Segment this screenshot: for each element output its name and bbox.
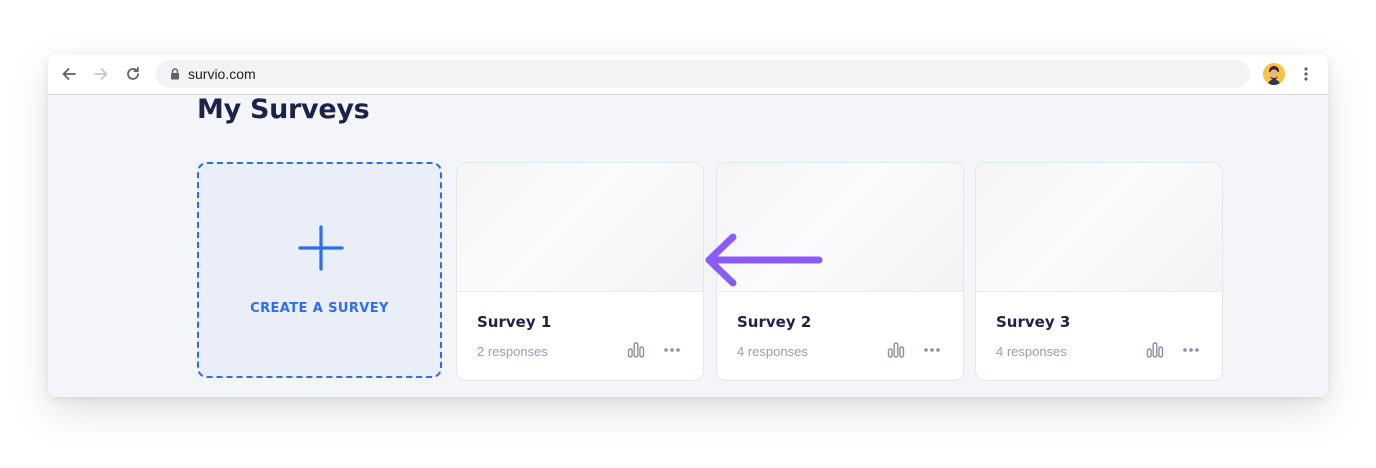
more-options-icon[interactable] [663, 341, 681, 359]
url-text: survio.com [188, 66, 256, 82]
create-survey-label: CREATE A SURVEY [250, 301, 389, 316]
arrow-left-icon [701, 232, 825, 293]
back-icon[interactable] [58, 63, 80, 85]
more-options-icon[interactable] [1182, 341, 1200, 359]
avatar[interactable] [1263, 63, 1285, 85]
stats-icon[interactable] [887, 341, 905, 359]
survey-card[interactable]: Survey 1 2 responses [456, 162, 704, 381]
plus-icon [297, 224, 345, 272]
browser-toolbar: survio.com [48, 54, 1328, 95]
kebab-menu-icon[interactable] [1298, 63, 1314, 85]
survey-title[interactable]: Survey 1 [477, 313, 551, 331]
browser-window: survio.com My Surveys CREATE A SURVEY Su… [48, 54, 1328, 397]
stats-icon[interactable] [1146, 341, 1164, 359]
forward-icon[interactable] [90, 63, 112, 85]
address-bar[interactable]: survio.com [156, 60, 1250, 88]
survey-responses: 4 responses [737, 344, 808, 359]
survey-card[interactable]: Survey 3 4 responses [975, 162, 1223, 381]
stats-icon[interactable] [627, 341, 645, 359]
page-title: My Surveys [197, 94, 370, 125]
reload-icon[interactable] [122, 63, 144, 85]
survey-thumbnail [976, 163, 1222, 292]
survey-thumbnail [457, 163, 703, 292]
more-options-icon[interactable] [923, 341, 941, 359]
create-survey-card[interactable]: CREATE A SURVEY [197, 162, 442, 378]
survey-responses: 4 responses [996, 344, 1067, 359]
lock-icon [170, 68, 180, 80]
survey-title[interactable]: Survey 2 [737, 313, 811, 331]
survey-title[interactable]: Survey 3 [996, 313, 1070, 331]
survey-responses: 2 responses [477, 344, 548, 359]
